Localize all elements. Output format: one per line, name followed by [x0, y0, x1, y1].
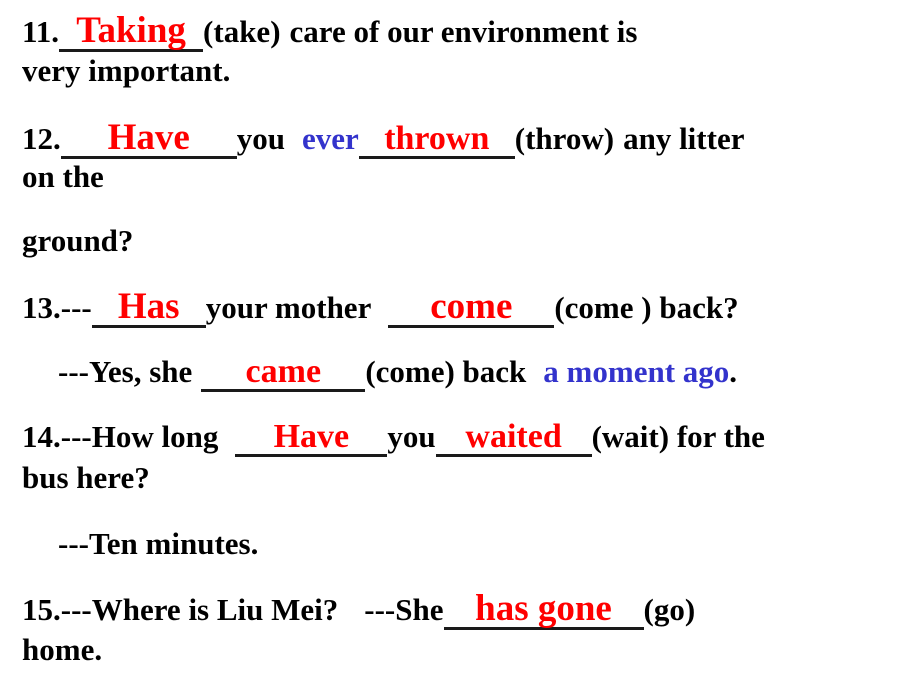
exercise-11-tail: care of our environment is	[289, 14, 638, 49]
exercise-13-blank-answer-3[interactable]: came	[201, 355, 366, 392]
exercise-14-blank-answer-1[interactable]: Have	[235, 420, 388, 457]
exercise-14-line-3: ---Ten minutes.	[22, 528, 920, 559]
exercise-11-continuation: very important.	[22, 53, 231, 88]
exercise-15-blank-answer[interactable]: has gone	[443, 590, 644, 630]
exercise-13-line-2: ---Yes, she came (come) back a moment ago.	[22, 355, 920, 392]
exercise-15-reply-prefix: ---She	[364, 592, 444, 627]
exercise-11-number: 11.	[22, 14, 60, 49]
exercise-14-reply: ---Ten minutes.	[58, 526, 259, 561]
exercise-13-highlight-a-moment-ago: a moment ago	[543, 354, 730, 389]
exercise-11-cue: (take)	[203, 14, 281, 49]
exercise-12-number: 12.	[22, 121, 61, 156]
exercise-14-line-2: bus here?	[22, 462, 920, 493]
exercise-14-continuation: bus here?	[22, 460, 150, 495]
exercise-13-reply-end: .	[729, 354, 738, 389]
exercise-13-number: 13.---	[22, 290, 92, 325]
exercise-14-prefix: How long	[91, 419, 219, 454]
exercise-12-cue: (throw)	[514, 121, 615, 156]
exercise-12-continuation-2: ground?	[22, 223, 134, 258]
exercise-12-line-3: ground?	[22, 225, 920, 256]
exercise-15-number: 15.---	[22, 592, 92, 627]
exercise-14-cue: (wait) for the	[591, 419, 765, 454]
exercise-12-continuation: on the	[22, 159, 104, 194]
exercise-12-line-2: on the	[22, 161, 920, 192]
exercise-12-mid: you	[236, 121, 285, 156]
exercise-15-line-2: home.	[22, 634, 920, 665]
exercise-14-line-1: 14.---How long Have you waited (wait) for th…	[22, 420, 920, 457]
exercise-15-line-1: 15.---Where is Liu Mei? ---She has gone (go…	[22, 590, 920, 630]
exercise-13-reply-prefix: ---Yes, she	[58, 354, 193, 389]
exercise-11-line-2: very important.	[22, 55, 920, 86]
exercise-12-tail: any litter	[623, 121, 745, 156]
exercise-15-cue: (go)	[643, 592, 696, 627]
exercise-13-blank-answer-1[interactable]: Has	[91, 288, 206, 328]
exercise-12-highlight-ever: ever	[302, 121, 359, 156]
exercise-12-blank-answer-1[interactable]: Have	[60, 119, 237, 159]
exercise-14-mid: you	[387, 419, 436, 454]
exercise-13-blank-answer-2[interactable]: come	[388, 288, 555, 328]
exercise-11-line-1: 11. Taking (take) care of our environment i…	[22, 12, 920, 52]
exercise-15-continuation: home.	[22, 632, 103, 667]
exercise-11-blank-answer[interactable]: Taking	[59, 12, 204, 52]
slide-canvas: 11. Taking (take) care of our environment i…	[0, 0, 920, 690]
exercise-13-cue-1: (come ) back?	[554, 290, 739, 325]
exercise-13-line-1: 13.--- Has your mother come (come ) back?	[22, 288, 920, 328]
exercise-13-mid: your mother	[205, 290, 372, 325]
exercise-15-prefix: Where is Liu Mei?	[91, 592, 339, 627]
exercise-13-cue-2: (come) back	[365, 354, 527, 389]
exercise-12-blank-answer-2[interactable]: thrown	[358, 122, 515, 159]
exercise-12-line-1: 12. Have you ever thrown (throw) any litter	[22, 119, 920, 159]
exercise-14-blank-answer-2[interactable]: waited	[435, 420, 592, 457]
exercise-14-number: 14.---	[22, 419, 92, 454]
